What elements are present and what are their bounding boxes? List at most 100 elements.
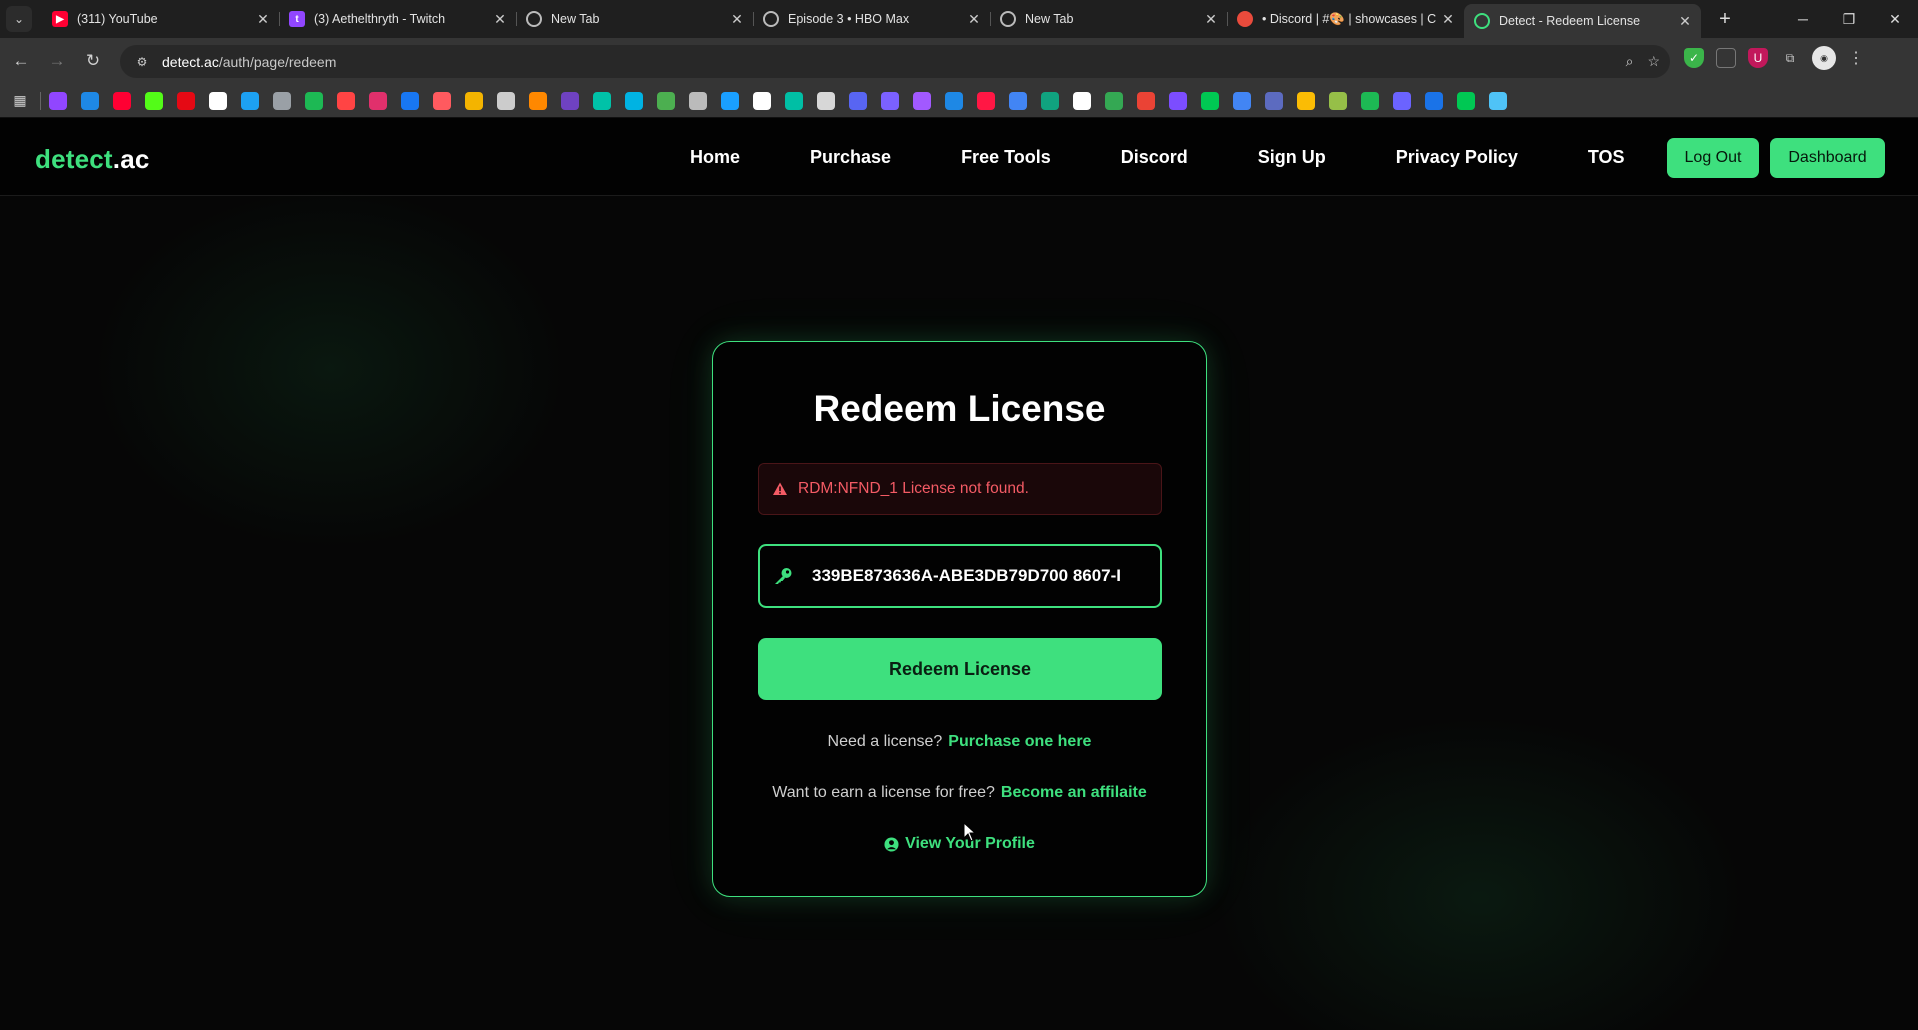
bookmark-icon[interactable] xyxy=(305,91,323,110)
bookmark-icon[interactable] xyxy=(817,91,835,110)
dashboard-button[interactable]: Dashboard xyxy=(1770,138,1885,178)
bookmark-icon[interactable] xyxy=(1489,91,1507,110)
bookmark-icon[interactable] xyxy=(113,91,131,110)
close-icon[interactable]: ✕ xyxy=(729,11,745,27)
close-window-button[interactable]: ✕ xyxy=(1872,0,1918,38)
bookmark-icon[interactable] xyxy=(209,91,227,110)
forward-button[interactable]: → xyxy=(42,46,72,76)
bookmark-icon[interactable] xyxy=(497,91,515,110)
browser-tab[interactable]: • Discord | #🎨 | showcases | C ✕ xyxy=(1227,4,1464,34)
menu-dots-icon[interactable]: ⋮ xyxy=(1848,48,1864,68)
address-bar[interactable]: ⚙ detect.ac/auth/page/redeem ⌕ ☆ xyxy=(120,45,1670,78)
bookmark-icon[interactable] xyxy=(689,91,707,110)
bookmark-icon[interactable] xyxy=(785,91,803,110)
warning-icon xyxy=(773,482,787,495)
bookmark-icon[interactable] xyxy=(81,91,99,110)
bookmark-icon[interactable] xyxy=(913,91,931,110)
logout-button[interactable]: Log Out xyxy=(1667,138,1759,178)
bookmark-icon[interactable] xyxy=(1201,91,1219,110)
browser-tab[interactable]: t (3) Aethelthryth - Twitch ✕ xyxy=(279,4,516,34)
nav-discord[interactable]: Discord xyxy=(1121,147,1188,168)
extension-icon[interactable] xyxy=(1716,48,1736,68)
nav-sign-up[interactable]: Sign Up xyxy=(1258,147,1326,168)
bookmark-icon[interactable] xyxy=(881,91,899,110)
bookmark-icon[interactable] xyxy=(529,91,547,110)
bookmark-icon[interactable] xyxy=(1105,91,1123,110)
minimize-button[interactable]: ─ xyxy=(1780,0,1826,38)
shield-extension-icon[interactable]: ✓ xyxy=(1684,48,1704,68)
close-icon[interactable]: ✕ xyxy=(492,11,508,27)
bookmark-icon[interactable] xyxy=(177,91,195,110)
new-tab-button[interactable]: + xyxy=(1711,5,1739,33)
nav-home[interactable]: Home xyxy=(690,147,740,168)
restore-button[interactable]: ❐ xyxy=(1826,0,1872,38)
bookmark-icon[interactable] xyxy=(593,91,611,110)
bookmark-icon[interactable] xyxy=(1073,91,1091,110)
nav-privacy-policy[interactable]: Privacy Policy xyxy=(1396,147,1518,168)
bookmark-icon[interactable] xyxy=(337,91,355,110)
user-circle-icon xyxy=(884,836,899,852)
bookmark-icon[interactable] xyxy=(561,91,579,110)
affiliate-link[interactable]: Become an affilaite xyxy=(1001,784,1147,801)
apps-grid-icon[interactable]: ▦ xyxy=(10,91,30,111)
close-icon[interactable]: ✕ xyxy=(966,11,982,27)
profile-avatar[interactable]: ◉ xyxy=(1812,46,1836,70)
zoom-icon[interactable]: ⌕ xyxy=(1626,53,1634,70)
bookmark-icon[interactable] xyxy=(1393,91,1411,110)
bookmark-icon[interactable] xyxy=(1041,91,1059,110)
license-key-input[interactable] xyxy=(812,546,1152,606)
redeem-license-button[interactable]: Redeem License xyxy=(758,638,1162,700)
omnibox-actions: ⌕ ☆ xyxy=(1626,45,1660,78)
browser-tab[interactable]: New Tab ✕ xyxy=(516,4,753,34)
close-icon[interactable]: ✕ xyxy=(1440,11,1456,27)
bookmark-icon[interactable] xyxy=(945,91,963,110)
bookmark-icon[interactable] xyxy=(49,91,67,110)
bookmark-icon[interactable] xyxy=(1233,91,1251,110)
site-nav-links: Home Purchase Free Tools Discord Sign Up… xyxy=(690,118,1625,196)
nav-purchase[interactable]: Purchase xyxy=(810,147,891,168)
bookmark-icon[interactable] xyxy=(625,91,643,110)
site-logo[interactable]: detect.ac xyxy=(35,144,150,175)
bookmarks-divider xyxy=(40,91,41,110)
bookmark-icon[interactable] xyxy=(1361,91,1379,110)
close-icon[interactable]: ✕ xyxy=(1203,11,1219,27)
bookmark-icon[interactable] xyxy=(977,91,995,110)
tab-search-button[interactable]: ⌄ xyxy=(6,6,32,32)
nav-tos[interactable]: TOS xyxy=(1588,147,1625,168)
bookmark-icon[interactable] xyxy=(1265,91,1283,110)
bookmark-icon[interactable] xyxy=(849,91,867,110)
site-info-icon[interactable]: ⚙ xyxy=(130,50,154,74)
bookmark-icon[interactable] xyxy=(1009,91,1027,110)
bookmark-icon[interactable] xyxy=(657,91,675,110)
bookmark-icon[interactable] xyxy=(433,91,451,110)
browser-tab[interactable]: ▶ (311) YouTube ✕ xyxy=(42,4,279,34)
browser-tab[interactable]: New Tab ✕ xyxy=(990,4,1227,34)
bookmark-icon[interactable] xyxy=(401,91,419,110)
browser-tab-active[interactable]: Detect - Redeem License ✕ xyxy=(1464,4,1701,38)
bookmark-icon[interactable] xyxy=(1425,91,1443,110)
bookmark-icon[interactable] xyxy=(1169,91,1187,110)
bookmark-icon[interactable] xyxy=(273,91,291,110)
close-icon[interactable]: ✕ xyxy=(1677,13,1693,29)
bookmark-icon[interactable] xyxy=(1329,91,1347,110)
bookmark-icon[interactable] xyxy=(241,91,259,110)
bookmark-icon[interactable] xyxy=(1137,91,1155,110)
url-text[interactable]: detect.ac/auth/page/redeem xyxy=(162,54,336,70)
bookmark-icon[interactable] xyxy=(1457,91,1475,110)
view-profile-link[interactable]: View Your Profile xyxy=(884,835,1035,853)
bookmark-icon[interactable] xyxy=(1297,91,1315,110)
puzzle-icon[interactable]: ⧉ xyxy=(1780,48,1800,68)
purchase-link[interactable]: Purchase one here xyxy=(948,733,1091,750)
close-icon[interactable]: ✕ xyxy=(255,11,271,27)
back-button[interactable]: ← xyxy=(6,46,36,76)
bookmark-icon[interactable] xyxy=(145,91,163,110)
nav-free-tools[interactable]: Free Tools xyxy=(961,147,1051,168)
bookmark-icon[interactable] xyxy=(465,91,483,110)
bookmark-icon[interactable] xyxy=(753,91,771,110)
reload-button[interactable]: ↻ xyxy=(78,46,108,76)
browser-tab[interactable]: Episode 3 • HBO Max ✕ xyxy=(753,4,990,34)
bookmark-icon[interactable] xyxy=(721,91,739,110)
privacy-extension-icon[interactable]: U xyxy=(1748,48,1768,68)
bookmark-star-icon[interactable]: ☆ xyxy=(1647,53,1660,70)
bookmark-icon[interactable] xyxy=(369,91,387,110)
